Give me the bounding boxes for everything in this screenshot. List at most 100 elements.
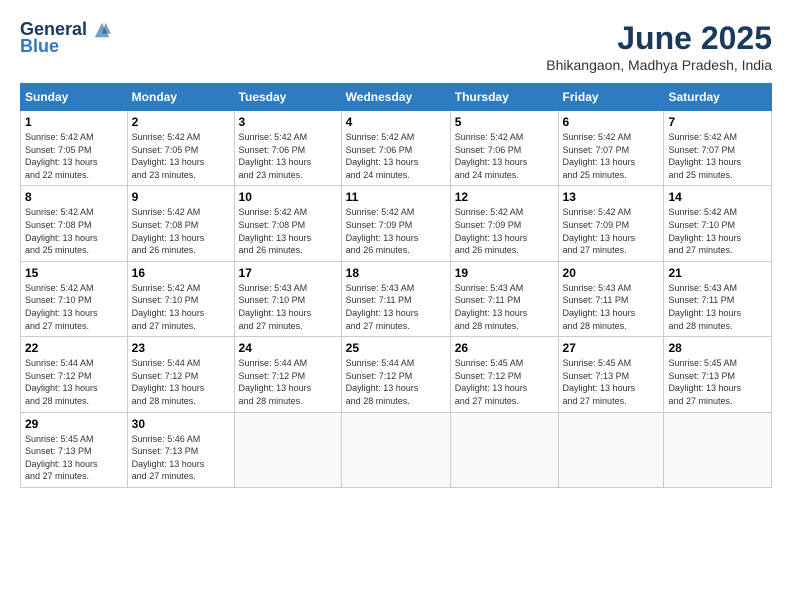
col-wednesday: Wednesday bbox=[341, 84, 450, 111]
day-number: 13 bbox=[563, 190, 660, 204]
day-number: 23 bbox=[132, 341, 230, 355]
month-title: June 2025 bbox=[546, 20, 772, 57]
day-number: 18 bbox=[346, 266, 446, 280]
day-number: 26 bbox=[455, 341, 554, 355]
calendar-cell: 13Sunrise: 5:42 AM Sunset: 7:09 PM Dayli… bbox=[558, 186, 664, 261]
calendar-cell: 26 Sunrise: 5:45 AM Sunset: 7:12 PM Dayli… bbox=[450, 337, 558, 412]
col-friday: Friday bbox=[558, 84, 664, 111]
day-info: Sunrise: 5:45 AM Sunset: 7:13 PM Dayligh… bbox=[563, 357, 660, 407]
logo-blue: Blue bbox=[20, 36, 59, 57]
calendar-cell: 2 Sunrise: 5:42 AM Sunset: 7:05 PM Daylig… bbox=[127, 111, 234, 186]
col-monday: Monday bbox=[127, 84, 234, 111]
day-info: Sunrise: 5:43 AM Sunset: 7:11 PM Dayligh… bbox=[563, 282, 660, 332]
day-number: 2 bbox=[132, 115, 230, 129]
day-number: 1 bbox=[25, 115, 123, 129]
day-info: Sunrise: 5:42 AM Sunset: 7:06 PM Dayligh… bbox=[239, 131, 337, 181]
calendar-cell: 7 Sunrise: 5:42 AM Sunset: 7:07 PM Daylig… bbox=[664, 111, 772, 186]
title-section: June 2025 Bhikangaon, Madhya Pradesh, In… bbox=[546, 20, 772, 73]
day-number: 30 bbox=[132, 417, 230, 431]
day-info: Sunrise: 5:42 AM Sunset: 7:10 PM Dayligh… bbox=[132, 282, 230, 332]
calendar-cell: 23 Sunrise: 5:44 AM Sunset: 7:12 PM Dayli… bbox=[127, 337, 234, 412]
day-number: 15 bbox=[25, 266, 123, 280]
location: Bhikangaon, Madhya Pradesh, India bbox=[546, 57, 772, 73]
day-number: 9 bbox=[132, 190, 230, 204]
calendar-cell bbox=[234, 412, 341, 487]
day-info: Sunrise: 5:44 AM Sunset: 7:12 PM Dayligh… bbox=[132, 357, 230, 407]
day-number: 4 bbox=[346, 115, 446, 129]
day-number: 21 bbox=[668, 266, 767, 280]
day-number: 29 bbox=[25, 417, 123, 431]
calendar-cell: 22Sunrise: 5:44 AM Sunset: 7:12 PM Dayli… bbox=[21, 337, 128, 412]
day-info: Sunrise: 5:44 AM Sunset: 7:12 PM Dayligh… bbox=[25, 357, 123, 407]
calendar-cell bbox=[664, 412, 772, 487]
calendar-cell: 12Sunrise: 5:42 AM Sunset: 7:09 PM Dayli… bbox=[450, 186, 558, 261]
calendar-cell: 15 Sunrise: 5:42 AM Sunset: 7:10 PM Dayli… bbox=[21, 261, 128, 336]
calendar-cell: 6Sunrise: 5:42 AM Sunset: 7:07 PM Daylig… bbox=[558, 111, 664, 186]
calendar-week-row: 15 Sunrise: 5:42 AM Sunset: 7:10 PM Dayli… bbox=[21, 261, 772, 336]
calendar-cell bbox=[450, 412, 558, 487]
day-number: 17 bbox=[239, 266, 337, 280]
day-number: 8 bbox=[25, 190, 123, 204]
calendar-cell: 20 Sunrise: 5:43 AM Sunset: 7:11 PM Dayli… bbox=[558, 261, 664, 336]
day-info: Sunrise: 5:42 AM Sunset: 7:06 PM Dayligh… bbox=[346, 131, 446, 181]
day-info: Sunrise: 5:42 AM Sunset: 7:09 PM Dayligh… bbox=[346, 206, 446, 256]
calendar-cell: 18 Sunrise: 5:43 AM Sunset: 7:11 PM Dayli… bbox=[341, 261, 450, 336]
day-number: 12 bbox=[455, 190, 554, 204]
calendar-cell: 16 Sunrise: 5:42 AM Sunset: 7:10 PM Dayli… bbox=[127, 261, 234, 336]
day-info: Sunrise: 5:43 AM Sunset: 7:11 PM Dayligh… bbox=[668, 282, 767, 332]
calendar-cell bbox=[558, 412, 664, 487]
day-number: 27 bbox=[563, 341, 660, 355]
day-info: Sunrise: 5:43 AM Sunset: 7:11 PM Dayligh… bbox=[346, 282, 446, 332]
day-info: Sunrise: 5:46 AM Sunset: 7:13 PM Dayligh… bbox=[132, 433, 230, 483]
calendar-cell: 9 Sunrise: 5:42 AM Sunset: 7:08 PM Daylig… bbox=[127, 186, 234, 261]
day-info: Sunrise: 5:45 AM Sunset: 7:13 PM Dayligh… bbox=[25, 433, 123, 483]
page-header: General Blue June 2025 Bhikangaon, Madhy… bbox=[20, 20, 772, 73]
day-info: Sunrise: 5:42 AM Sunset: 7:08 PM Dayligh… bbox=[239, 206, 337, 256]
calendar: Sunday Monday Tuesday Wednesday Thursday… bbox=[20, 83, 772, 488]
day-info: Sunrise: 5:42 AM Sunset: 7:08 PM Dayligh… bbox=[132, 206, 230, 256]
calendar-cell: 14Sunrise: 5:42 AM Sunset: 7:10 PM Dayli… bbox=[664, 186, 772, 261]
calendar-cell: 19Sunrise: 5:43 AM Sunset: 7:11 PM Dayli… bbox=[450, 261, 558, 336]
calendar-cell: 28Sunrise: 5:45 AM Sunset: 7:13 PM Dayli… bbox=[664, 337, 772, 412]
col-sunday: Sunday bbox=[21, 84, 128, 111]
day-number: 20 bbox=[563, 266, 660, 280]
day-number: 28 bbox=[668, 341, 767, 355]
day-number: 5 bbox=[455, 115, 554, 129]
calendar-cell: 21 Sunrise: 5:43 AM Sunset: 7:11 PM Dayli… bbox=[664, 261, 772, 336]
col-thursday: Thursday bbox=[450, 84, 558, 111]
day-info: Sunrise: 5:42 AM Sunset: 7:07 PM Dayligh… bbox=[668, 131, 767, 181]
calendar-cell: 29 Sunrise: 5:45 AM Sunset: 7:13 PM Dayli… bbox=[21, 412, 128, 487]
logo-icon bbox=[93, 21, 111, 39]
day-info: Sunrise: 5:45 AM Sunset: 7:12 PM Dayligh… bbox=[455, 357, 554, 407]
calendar-cell: 5 Sunrise: 5:42 AM Sunset: 7:06 PM Daylig… bbox=[450, 111, 558, 186]
day-number: 7 bbox=[668, 115, 767, 129]
calendar-week-row: 29 Sunrise: 5:45 AM Sunset: 7:13 PM Dayli… bbox=[21, 412, 772, 487]
day-info: Sunrise: 5:42 AM Sunset: 7:06 PM Dayligh… bbox=[455, 131, 554, 181]
calendar-week-row: 8 Sunrise: 5:42 AM Sunset: 7:08 PM Daylig… bbox=[21, 186, 772, 261]
calendar-header-row: Sunday Monday Tuesday Wednesday Thursday… bbox=[21, 84, 772, 111]
day-info: Sunrise: 5:43 AM Sunset: 7:10 PM Dayligh… bbox=[239, 282, 337, 332]
calendar-cell: 8 Sunrise: 5:42 AM Sunset: 7:08 PM Daylig… bbox=[21, 186, 128, 261]
calendar-cell: 17 Sunrise: 5:43 AM Sunset: 7:10 PM Dayli… bbox=[234, 261, 341, 336]
day-info: Sunrise: 5:42 AM Sunset: 7:07 PM Dayligh… bbox=[563, 131, 660, 181]
calendar-cell: 4 Sunrise: 5:42 AM Sunset: 7:06 PM Daylig… bbox=[341, 111, 450, 186]
calendar-cell: 3 Sunrise: 5:42 AM Sunset: 7:06 PM Daylig… bbox=[234, 111, 341, 186]
calendar-cell: 25 Sunrise: 5:44 AM Sunset: 7:12 PM Dayli… bbox=[341, 337, 450, 412]
day-number: 24 bbox=[239, 341, 337, 355]
day-number: 11 bbox=[346, 190, 446, 204]
day-info: Sunrise: 5:42 AM Sunset: 7:10 PM Dayligh… bbox=[25, 282, 123, 332]
calendar-cell bbox=[341, 412, 450, 487]
day-info: Sunrise: 5:44 AM Sunset: 7:12 PM Dayligh… bbox=[346, 357, 446, 407]
day-number: 16 bbox=[132, 266, 230, 280]
logo: General Blue bbox=[20, 20, 111, 57]
day-info: Sunrise: 5:42 AM Sunset: 7:10 PM Dayligh… bbox=[668, 206, 767, 256]
day-number: 25 bbox=[346, 341, 446, 355]
day-info: Sunrise: 5:42 AM Sunset: 7:05 PM Dayligh… bbox=[132, 131, 230, 181]
day-info: Sunrise: 5:42 AM Sunset: 7:08 PM Dayligh… bbox=[25, 206, 123, 256]
day-number: 3 bbox=[239, 115, 337, 129]
calendar-week-row: 1 Sunrise: 5:42 AM Sunset: 7:05 PM Daylig… bbox=[21, 111, 772, 186]
calendar-cell: 27 Sunrise: 5:45 AM Sunset: 7:13 PM Dayli… bbox=[558, 337, 664, 412]
calendar-cell: 1Sunrise: 5:42 AM Sunset: 7:05 PM Daylig… bbox=[21, 111, 128, 186]
day-info: Sunrise: 5:44 AM Sunset: 7:12 PM Dayligh… bbox=[239, 357, 337, 407]
calendar-cell: 11 Sunrise: 5:42 AM Sunset: 7:09 PM Dayli… bbox=[341, 186, 450, 261]
